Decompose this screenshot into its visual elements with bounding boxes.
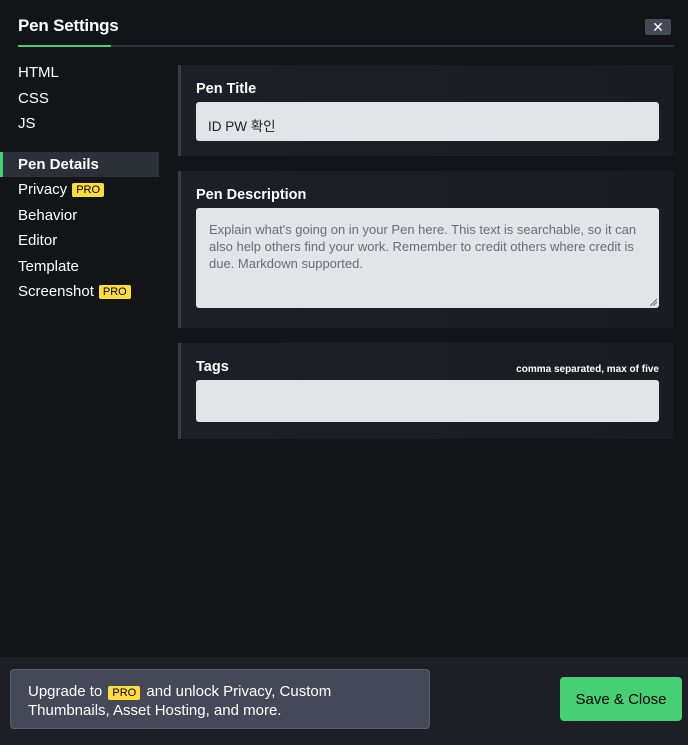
sidebar-item-label: JS — [18, 115, 36, 133]
pen-title-panel: Pen Title ID PW 확인 — [178, 65, 673, 156]
settings-header: Pen Settings ✕ — [0, 0, 688, 48]
settings-sidebar: HTML CSS JS Pen Details Privacy PRO Beha… — [0, 60, 159, 305]
sidebar-item-pen-details[interactable]: Pen Details — [0, 151, 159, 177]
sidebar-item-label: HTML — [18, 64, 59, 82]
title-underline — [18, 45, 111, 47]
page-title: Pen Settings — [18, 16, 119, 35]
pen-title-input[interactable]: ID PW 확인 — [196, 102, 659, 141]
sidebar-item-privacy[interactable]: Privacy PRO — [0, 177, 159, 203]
sidebar-item-label: Privacy — [18, 181, 68, 199]
pro-badge: PRO — [108, 686, 141, 700]
pen-title-value: ID PW 확인 — [208, 119, 276, 134]
header-divider — [18, 45, 674, 47]
sidebar-item-label: Screenshot — [18, 283, 94, 301]
pro-badge: PRO — [98, 284, 131, 299]
save-close-button[interactable]: Save & Close — [560, 677, 682, 721]
sidebar-item-screenshot[interactable]: Screenshot PRO — [0, 279, 159, 305]
sidebar-item-behavior[interactable]: Behavior — [0, 203, 159, 229]
sidebar-item-label: Behavior — [18, 206, 78, 224]
pen-description-label: Pen Description — [196, 187, 307, 203]
tags-value — [196, 380, 659, 393]
sidebar-item-css[interactable]: CSS — [0, 86, 159, 112]
tags-label: Tags — [196, 359, 229, 375]
sidebar-item-label: Pen Details — [18, 155, 99, 173]
sidebar-item-label: Editor — [18, 232, 58, 250]
pen-title-label: Pen Title — [196, 81, 257, 97]
tags-panel: Tags comma separated, max of five — [178, 343, 673, 439]
sidebar-item-js[interactable]: JS — [0, 111, 159, 137]
sidebar-item-editor[interactable]: Editor — [0, 228, 159, 254]
sidebar-item-html[interactable]: HTML — [0, 60, 159, 86]
sidebar-item-label: Template — [18, 257, 79, 275]
sidebar-item-label: CSS — [18, 89, 49, 107]
tags-note: comma separated, max of five — [516, 364, 659, 375]
pro-badge: PRO — [72, 182, 105, 197]
upgrade-banner[interactable]: Upgrade to PRO and unlock Privacy, Custo… — [10, 669, 430, 729]
close-button[interactable]: ✕ — [645, 19, 671, 35]
resize-handle-icon[interactable] — [649, 298, 657, 306]
settings-footer: Upgrade to PRO and unlock Privacy, Custo… — [0, 657, 688, 745]
pen-description-placeholder: Explain what's going on in your Pen here… — [209, 222, 637, 271]
tags-input[interactable] — [196, 380, 659, 422]
pen-description-textarea[interactable]: Explain what's going on in your Pen here… — [196, 208, 659, 308]
sidebar-item-template[interactable]: Template — [0, 254, 159, 280]
close-icon: ✕ — [652, 19, 664, 35]
pen-description-panel: Pen Description Explain what's going on … — [178, 171, 673, 328]
upgrade-prefix: Upgrade to — [28, 683, 103, 700]
